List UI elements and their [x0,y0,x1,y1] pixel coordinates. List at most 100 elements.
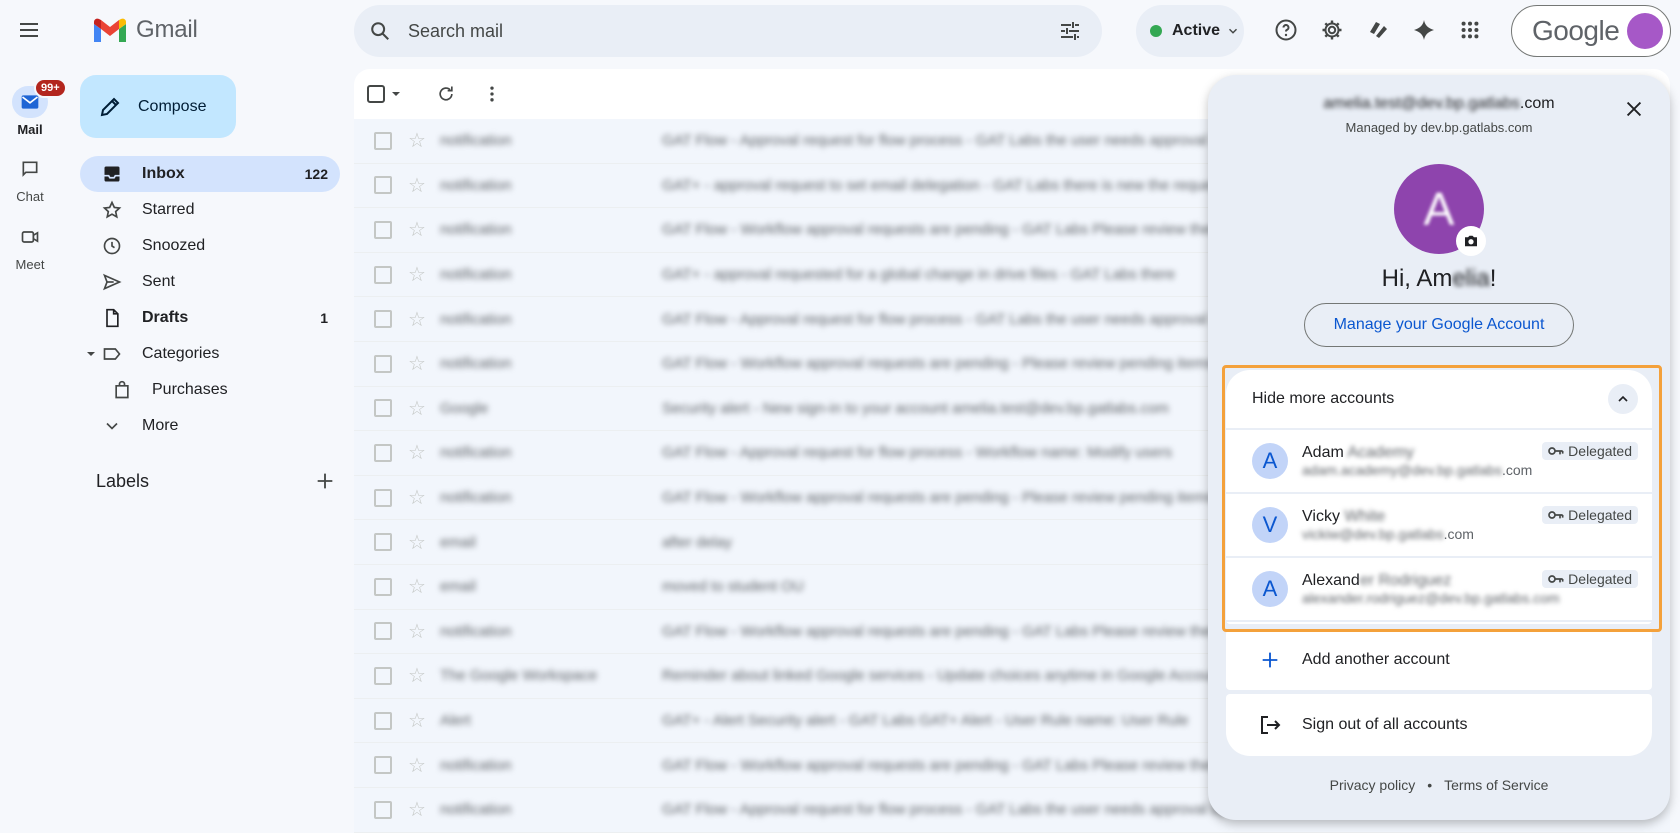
star-icon[interactable]: ☆ [408,440,426,465]
pencil-icon [100,97,120,116]
nav-categories[interactable]: Categories [80,336,340,372]
account-row[interactable]: V Vicky White vickiw@dev.bp.gatlabs.com Del… [1226,494,1652,558]
hide-accounts-toggle[interactable]: Hide more accounts [1226,370,1652,430]
star-icon[interactable]: ☆ [408,307,426,332]
shopping-bag-icon [115,380,129,399]
nav-snoozed[interactable]: Snoozed [80,228,340,264]
managed-by: Managed by dev.bp.gatlabs.com [1345,120,1533,135]
nav-sent[interactable]: Sent [80,264,340,300]
star-icon[interactable]: ☆ [408,351,426,376]
star-icon[interactable]: ☆ [408,663,426,688]
row-checkbox[interactable] [374,577,392,596]
account-name: Alexander Rodriguez [1302,572,1560,590]
star-icon[interactable]: ☆ [408,262,426,287]
account-first-name: Adam [1302,444,1344,461]
panel-email-suffix: .com [1519,95,1555,112]
star-icon[interactable]: ☆ [408,396,426,421]
star-icon[interactable]: ☆ [408,574,426,599]
mail-sender: notification [439,622,512,640]
rail-mail[interactable]: 99+ Mail [0,78,67,137]
caret-down-icon[interactable] [86,349,96,359]
star-icon[interactable]: ☆ [408,708,426,733]
row-checkbox[interactable] [374,711,392,730]
top-actions [1266,10,1490,50]
tune-icon [1061,22,1079,40]
account-initial: A [1252,571,1288,607]
row-checkbox[interactable] [374,220,392,239]
gear-icon [1322,20,1342,40]
more-actions-button[interactable] [472,74,512,114]
row-checkbox[interactable] [374,443,392,462]
row-checkbox[interactable] [374,354,392,373]
compose-button[interactable]: Compose [80,75,236,138]
sign-out-button[interactable]: Sign out of all accounts [1226,694,1652,756]
select-all-checkbox[interactable] [366,74,406,114]
nav-more[interactable]: More [80,408,340,444]
row-checkbox[interactable] [374,131,392,150]
apps-script-button[interactable] [1358,10,1398,50]
rail-chat[interactable]: Chat [0,153,60,204]
star-icon[interactable]: ☆ [408,485,426,510]
row-checkbox[interactable] [374,533,392,552]
search-input[interactable] [408,5,1050,57]
clock-icon [103,237,121,255]
app-rail: 99+ Mail Chat Meet [0,0,68,833]
row-checkbox[interactable] [374,399,392,418]
star-icon[interactable]: ☆ [408,128,426,153]
nav-inbox[interactable]: Inbox 122 [80,156,340,192]
gmail-m-icon [94,18,126,42]
rail-mail-label: Mail [17,122,43,137]
change-photo-button[interactable] [1456,226,1486,256]
manage-account-button[interactable]: Manage your Google Account [1304,303,1574,347]
close-panel-button[interactable] [1614,89,1654,129]
gemini-button[interactable] [1404,10,1444,50]
row-checkbox[interactable] [374,488,392,507]
star-icon[interactable]: ☆ [408,173,426,198]
settings-button[interactable] [1312,10,1352,50]
drafts-count: 1 [320,310,328,326]
row-checkbox[interactable] [374,265,392,284]
main-menu-button[interactable] [10,11,48,49]
apps-launcher-button[interactable] [1450,10,1490,50]
row-checkbox[interactable] [374,666,392,685]
nav-drafts[interactable]: Drafts 1 [80,300,340,336]
account-name: Vicky White [1302,508,1474,526]
refresh-icon [439,86,453,101]
add-label-icon[interactable] [314,470,336,492]
row-checkbox[interactable] [374,622,392,641]
rail-meet[interactable]: Meet [0,221,60,272]
add-account-button[interactable]: Add another account [1226,630,1652,690]
nav-purchases[interactable]: Purchases [80,372,340,408]
star-icon[interactable]: ☆ [408,619,426,644]
star-icon[interactable]: ☆ [408,797,426,822]
refresh-button[interactable] [426,74,466,114]
row-checkbox[interactable] [374,310,392,329]
star-icon[interactable]: ☆ [408,753,426,778]
row-checkbox[interactable] [374,176,392,195]
star-icon[interactable]: ☆ [408,217,426,242]
terms-link[interactable]: Terms of Service [1444,777,1548,793]
search-options-button[interactable] [1050,11,1090,51]
gmail-logo[interactable]: Gmail [92,14,198,46]
status-label: Active [1172,22,1221,39]
star-icon[interactable]: ☆ [408,530,426,555]
row-checkbox[interactable] [374,756,392,775]
mail-sender: notification [439,444,512,462]
draft-icon [106,308,119,328]
more-vert-icon [490,86,494,102]
greeting: Hi, Amelia! [1208,265,1670,293]
collapse-button[interactable] [1608,384,1638,414]
nav-starred[interactable]: Starred [80,192,340,228]
nav-inbox-label: Inbox [142,165,185,182]
account-name-hidden: Academy [1343,444,1415,461]
row-checkbox[interactable] [374,800,392,819]
key-icon [1548,511,1564,519]
account-row[interactable]: A Alexander Rodriguez alexander.rodriguez@… [1226,558,1652,622]
status-selector[interactable]: Active [1136,5,1244,57]
search-button[interactable] [360,11,400,51]
account-row[interactable]: A Adam Academy adam.academy@dev.bp.gatlabs… [1226,430,1652,494]
account-switcher[interactable]: Google [1511,5,1671,57]
privacy-link[interactable]: Privacy policy [1330,777,1416,793]
account-first-name: Vicky [1302,508,1340,525]
support-button[interactable] [1266,10,1306,50]
